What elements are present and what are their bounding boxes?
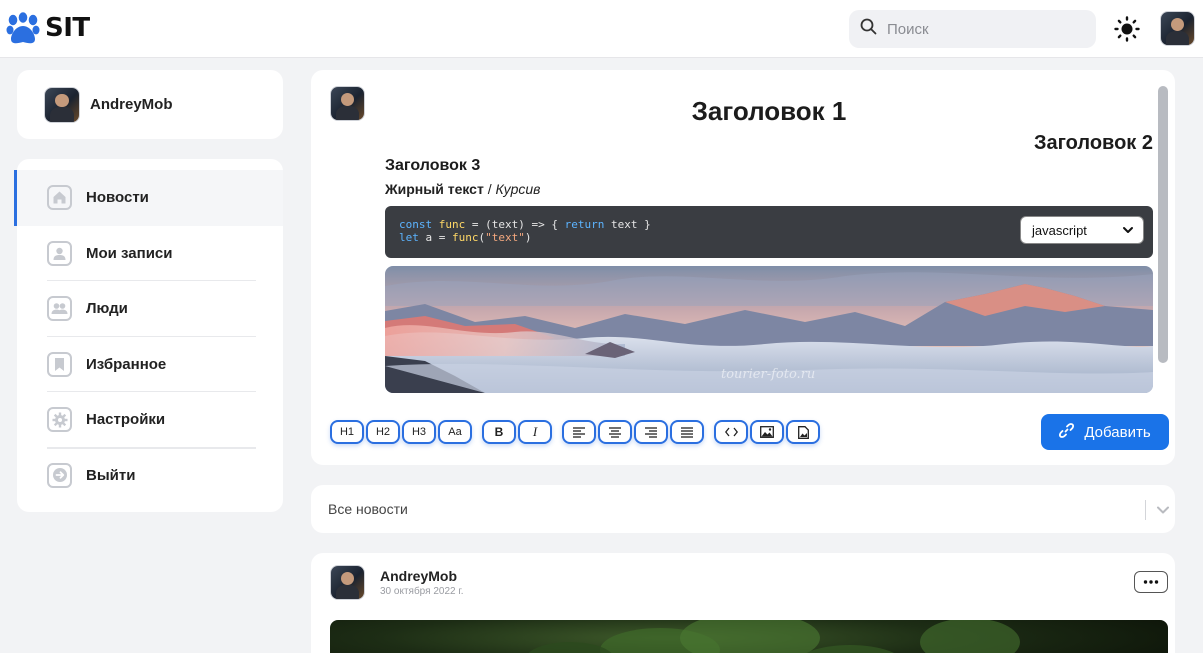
editor-scrollbar[interactable]	[1158, 86, 1168, 363]
sidebar-item-label: Избранное	[86, 355, 167, 373]
news-filter-select[interactable]: Все новости	[311, 485, 1175, 533]
style-tools: B I	[482, 420, 554, 444]
align-justify-button[interactable]	[670, 420, 704, 444]
header-avatar[interactable]	[1160, 11, 1195, 46]
sidebar-item-label: Настройки	[86, 411, 166, 429]
insert-file-button[interactable]	[786, 420, 820, 444]
link-icon	[1059, 422, 1084, 442]
sidebar-item-label: Люди	[86, 300, 128, 318]
divider	[1145, 500, 1146, 520]
italic-button[interactable]: I	[518, 420, 552, 444]
logo-text: SIT	[45, 13, 90, 43]
sidebar-item-settings[interactable]: Настройки	[17, 392, 283, 448]
align-right-icon	[645, 426, 657, 438]
insert-tools	[714, 420, 822, 444]
avatar	[330, 86, 365, 121]
post-author[interactable]: AndreyMob	[380, 568, 457, 584]
insert-image-button[interactable]	[750, 420, 784, 444]
heading-3[interactable]: Заголовок 3	[385, 157, 480, 175]
heading-tools: H1 H2 H3 Aa	[330, 420, 474, 444]
h2-button[interactable]: H2	[366, 420, 400, 444]
code-line: const func = (text) => { return text }	[399, 218, 651, 231]
format-toolbar: H1 H2 H3 Aa B I	[330, 420, 830, 444]
heading-1[interactable]: Заголовок 1	[385, 96, 1153, 127]
search-input[interactable]	[887, 20, 1077, 38]
add-post-label: Добавить	[1084, 423, 1151, 441]
chevron-down-icon	[1122, 224, 1134, 239]
avatar[interactable]	[330, 565, 365, 600]
chevron-down-icon[interactable]	[1156, 503, 1170, 519]
foliage-illustration	[528, 620, 1020, 653]
align-tools	[562, 420, 706, 444]
search-icon	[860, 18, 877, 40]
code-icon	[724, 427, 738, 437]
bold-text: Жирный текст	[385, 181, 484, 197]
heading-2[interactable]: Заголовок 2	[385, 132, 1153, 155]
search-box[interactable]	[849, 10, 1096, 48]
language-select[interactable]: javascript	[1020, 216, 1144, 244]
filter-value: Все новости	[328, 501, 408, 517]
logout-icon	[47, 462, 72, 488]
italic-text: Курсив	[495, 181, 541, 197]
divider	[47, 447, 256, 449]
sidebar-item-logout[interactable]: Выйти	[17, 447, 283, 504]
h3-button[interactable]: H3	[402, 420, 436, 444]
profile-card[interactable]: AndreyMob	[17, 70, 283, 139]
sidebar-item-label: Выйти	[86, 466, 136, 484]
user-icon	[47, 240, 72, 266]
bold-button[interactable]: B	[482, 420, 516, 444]
top-header: SIT	[0, 0, 1203, 58]
sidebar-item-my-posts[interactable]: Мои записи	[17, 226, 283, 281]
text-separator: /	[483, 181, 496, 197]
post-date: 30 октября 2022 г.	[380, 586, 464, 597]
file-image-icon	[797, 425, 809, 439]
code-content[interactable]: const func = (text) => { return text } l…	[399, 218, 651, 244]
align-right-button[interactable]	[634, 420, 668, 444]
logo[interactable]: SIT	[6, 11, 90, 45]
align-center-button[interactable]	[598, 420, 632, 444]
align-center-icon	[609, 426, 621, 438]
bookmark-icon	[47, 351, 72, 377]
post-image[interactable]	[330, 620, 1168, 653]
profile-name: AndreyMob	[90, 96, 173, 113]
sidebar-item-label: Мои записи	[86, 244, 173, 262]
paw-icon	[6, 11, 40, 45]
news-post: AndreyMob 30 октября 2022 г.	[311, 553, 1175, 653]
sidebar-item-people[interactable]: Люди	[17, 281, 283, 337]
formatted-text-line[interactable]: Жирный текст / Курсив	[385, 181, 540, 197]
language-select-value: javascript	[1032, 222, 1087, 238]
gear-icon	[47, 407, 72, 433]
people-icon	[47, 296, 72, 322]
image-watermark: tourier-foto.ru	[721, 367, 816, 382]
align-left-button[interactable]	[562, 420, 596, 444]
post-editor: Заголовок 1 Заголовок 2 Заголовок 3 Жирн…	[311, 70, 1175, 465]
code-block[interactable]: const func = (text) => { return text } l…	[385, 206, 1153, 258]
normal-text-button[interactable]: Aa	[438, 420, 472, 444]
sidebar-item-favorites[interactable]: Избранное	[17, 337, 283, 392]
theme-toggle-button[interactable]	[1113, 15, 1141, 43]
add-post-button[interactable]: Добавить	[1041, 414, 1169, 450]
home-icon	[47, 185, 72, 211]
insert-code-button[interactable]	[714, 420, 748, 444]
post-more-button[interactable]	[1134, 571, 1168, 593]
h1-button[interactable]: H1	[330, 420, 364, 444]
mountain-landscape-image[interactable]: tourier-foto.ru	[385, 266, 1153, 393]
align-left-icon	[573, 426, 585, 438]
more-icon	[1143, 580, 1159, 584]
code-line: let a = func("text")	[399, 231, 532, 244]
sidebar-item-label: Новости	[86, 189, 149, 207]
align-justify-icon	[681, 426, 693, 438]
sidebar-item-news[interactable]: Новости	[14, 170, 283, 226]
sun-icon	[1113, 16, 1141, 47]
avatar	[44, 86, 80, 123]
image-icon	[760, 426, 774, 438]
sidebar-nav: Новости Мои записи Люди Избранное Настро…	[14, 159, 283, 512]
